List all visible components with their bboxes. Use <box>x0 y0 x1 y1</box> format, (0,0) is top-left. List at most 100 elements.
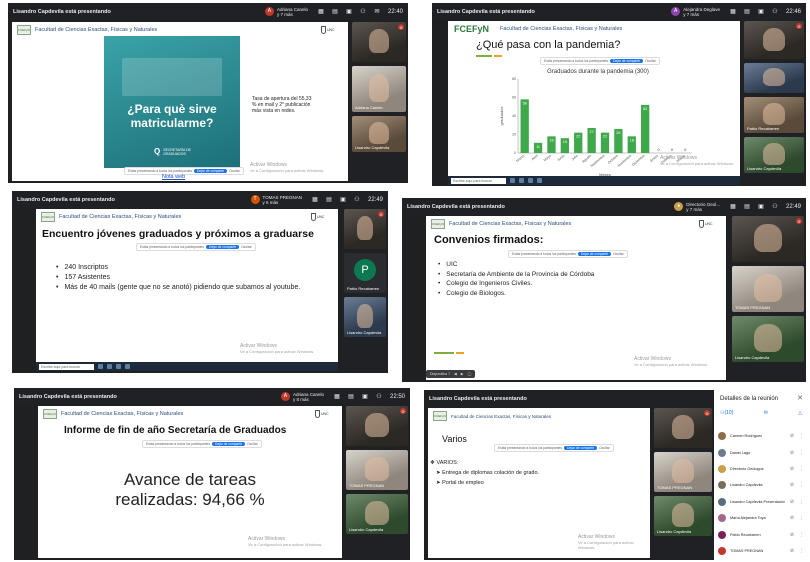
present-icon[interactable]: ▣ <box>338 196 348 203</box>
participant-row[interactable]: Daniel Lago ⊘ ⋮ <box>718 444 804 460</box>
tab-activities[interactable]: △ <box>798 410 802 416</box>
mic-off-icon[interactable]: ⊘ <box>789 548 795 554</box>
participant-tile[interactable]: Lisandro Capdevila <box>346 494 408 534</box>
more-options-icon[interactable]: ⋮ <box>799 515 804 521</box>
more-options-icon[interactable]: ⋮ <box>799 466 804 472</box>
stop-sharing-button[interactable]: Dejar de compartir <box>193 169 228 173</box>
captions-icon[interactable]: ▤ <box>330 8 340 15</box>
people-icon[interactable]: ⚇ <box>352 196 362 203</box>
captions-icon[interactable]: ▤ <box>324 196 334 203</box>
participant-tile[interactable]: ⊘ <box>654 408 712 448</box>
grid-layout-icon[interactable]: ▦ <box>728 8 738 15</box>
fcefyn-logo: FCEFyN <box>433 411 447 421</box>
present-icon[interactable]: ▣ <box>360 393 370 400</box>
more-options-icon[interactable]: ⋮ <box>799 532 804 538</box>
stop-sharing-button[interactable]: Dejar de compartir <box>205 245 240 249</box>
participant-tile[interactable]: Lisandro Capdevila <box>732 316 804 362</box>
participant-tile[interactable]: ⊘ <box>732 216 804 262</box>
participant-strip: ⊘ TOMAS PREGNAN Lisandro Capdevila <box>652 408 714 560</box>
participant-tile[interactable]: ⊘ <box>346 406 408 446</box>
app-icon[interactable] <box>125 364 130 369</box>
mic-off-icon[interactable]: ⊘ <box>789 482 795 488</box>
mic-off-icon[interactable]: ⊘ <box>789 466 795 472</box>
participant-tile[interactable]: ⊘ <box>344 209 386 249</box>
tab-chat[interactable]: ✉ <box>764 410 768 416</box>
people-icon[interactable]: ⚇ <box>770 8 780 15</box>
participant-row[interactable]: Lisandro Capdevila Presentación ⊘ ⋮ <box>718 494 804 510</box>
app-icon[interactable] <box>116 364 121 369</box>
app-icon[interactable] <box>537 178 542 183</box>
grid-layout-icon[interactable]: ▦ <box>316 8 326 15</box>
hide-bar-button[interactable]: Ocultar <box>613 252 624 256</box>
tab-people[interactable]: ⚇(10) <box>720 410 733 416</box>
mic-off-icon[interactable]: ⊘ <box>789 499 795 505</box>
participant-tile[interactable]: Lisandro Capdevila <box>352 116 406 152</box>
participant-row[interactable]: Victor Carranza⊘⋮ <box>718 559 804 560</box>
grid-layout-icon[interactable]: ▦ <box>728 203 738 210</box>
captions-icon[interactable]: ▤ <box>346 393 356 400</box>
chat-icon[interactable]: ✉ <box>372 8 382 15</box>
more-options-icon[interactable]: ⋮ <box>799 450 804 456</box>
participant-name: Pablo Recabarren <box>730 532 761 537</box>
taskbar-search[interactable]: Escribe aquí para buscar <box>39 363 94 370</box>
stop-sharing-button[interactable]: Dejar de compartir <box>563 446 598 450</box>
people-icon[interactable]: ⚇ <box>358 8 368 15</box>
hide-bar-button[interactable]: Ocultar <box>599 446 610 450</box>
participant-row[interactable]: Directorio Geólogos ⊘ ⋮ <box>718 461 804 477</box>
more-options-icon[interactable]: ⋮ <box>799 482 804 488</box>
participant-row[interactable]: TOMAS PREGNAN ⊘ ⋮ <box>718 543 804 559</box>
hide-bar-button[interactable]: Ocultar <box>241 245 252 249</box>
people-icon[interactable]: ⚇ <box>374 393 384 400</box>
prev-slide-icon[interactable]: ◀ <box>454 372 457 376</box>
participant-tile[interactable]: TOMAS PREGNAN <box>654 452 712 492</box>
next-slide-icon[interactable]: ▶ <box>461 372 464 376</box>
captions-icon[interactable]: ▤ <box>742 8 752 15</box>
present-icon[interactable]: ▣ <box>756 8 766 15</box>
x-tick-label: Abril <box>531 154 539 162</box>
participant-tile[interactable]: ⊘ <box>744 21 804 59</box>
participant-tile[interactable]: ⊘ <box>352 22 406 62</box>
present-icon[interactable]: ▣ <box>756 203 766 210</box>
people-icon[interactable]: ⚇ <box>770 203 780 210</box>
stop-sharing-button[interactable]: Dejar de compartir <box>577 252 612 256</box>
participant-tile[interactable]: Lisandro Capdevila <box>654 496 712 536</box>
app-icon[interactable] <box>528 178 533 183</box>
hide-bar-button[interactable]: Ocultar <box>229 169 240 173</box>
more-options-icon[interactable]: ⋮ <box>799 433 804 439</box>
more-options-icon[interactable]: ⋮ <box>799 499 804 505</box>
participant-tile[interactable]: Lisandro Capdevila <box>744 137 804 173</box>
poster: ¿Para què sirve matricularme? Q SECRETAR… <box>104 36 240 168</box>
participant-tile[interactable]: Lisandro Capdevila <box>344 297 386 337</box>
captions-icon[interactable]: ▤ <box>742 203 752 210</box>
mic-off-icon[interactable]: ⊘ <box>789 450 795 456</box>
participant-tile[interactable] <box>744 63 804 93</box>
zoom-icon[interactable]: ◯ <box>467 372 471 376</box>
participant-tile[interactable]: TOMAS PREGNAN <box>732 266 804 312</box>
participant-row[interactable]: Lisandro Capdevila ⊘ ⋮ <box>718 477 804 493</box>
hide-bar-button[interactable]: Ocultar <box>645 59 656 63</box>
grid-layout-icon[interactable]: ▦ <box>310 196 320 203</box>
mic-off-icon[interactable]: ⊘ <box>789 515 795 521</box>
app-icon[interactable] <box>519 178 524 183</box>
participant-tile[interactable]: P Pablo Recabarren <box>344 253 386 293</box>
app-icon[interactable] <box>510 178 515 183</box>
hide-bar-button[interactable]: Ocultar <box>247 442 258 446</box>
stop-sharing-button[interactable]: Dejar de compartir <box>211 442 246 446</box>
mic-off-icon[interactable]: ⊘ <box>789 433 795 439</box>
app-icon[interactable] <box>107 364 112 369</box>
stop-sharing-button[interactable]: Dejar de compartir <box>609 59 644 63</box>
web-note-link[interactable]: Nota web <box>162 174 185 180</box>
more-options-icon[interactable]: ⋮ <box>799 548 804 554</box>
close-icon[interactable]: ✕ <box>797 394 803 402</box>
app-icon[interactable] <box>98 364 103 369</box>
grid-layout-icon[interactable]: ▦ <box>332 393 342 400</box>
participant-row[interactable]: Pablo Recabarren ⊘ ⋮ <box>718 526 804 542</box>
participant-tile[interactable]: Adriana Canelo <box>352 66 406 112</box>
taskbar-search[interactable]: Escribe aquí para buscar <box>451 177 506 184</box>
present-icon[interactable]: ▣ <box>344 8 354 15</box>
participant-row[interactable]: María Alejandra Toya ⊘ ⋮ <box>718 510 804 526</box>
participant-tile[interactable]: Pablo Recabarren <box>744 97 804 133</box>
participant-tile[interactable]: TOMAS PREGNAN <box>346 450 408 490</box>
mic-off-icon[interactable]: ⊘ <box>789 532 795 538</box>
participant-row[interactable]: Carmen Rodríguez ⊘ ⋮ <box>718 428 804 444</box>
